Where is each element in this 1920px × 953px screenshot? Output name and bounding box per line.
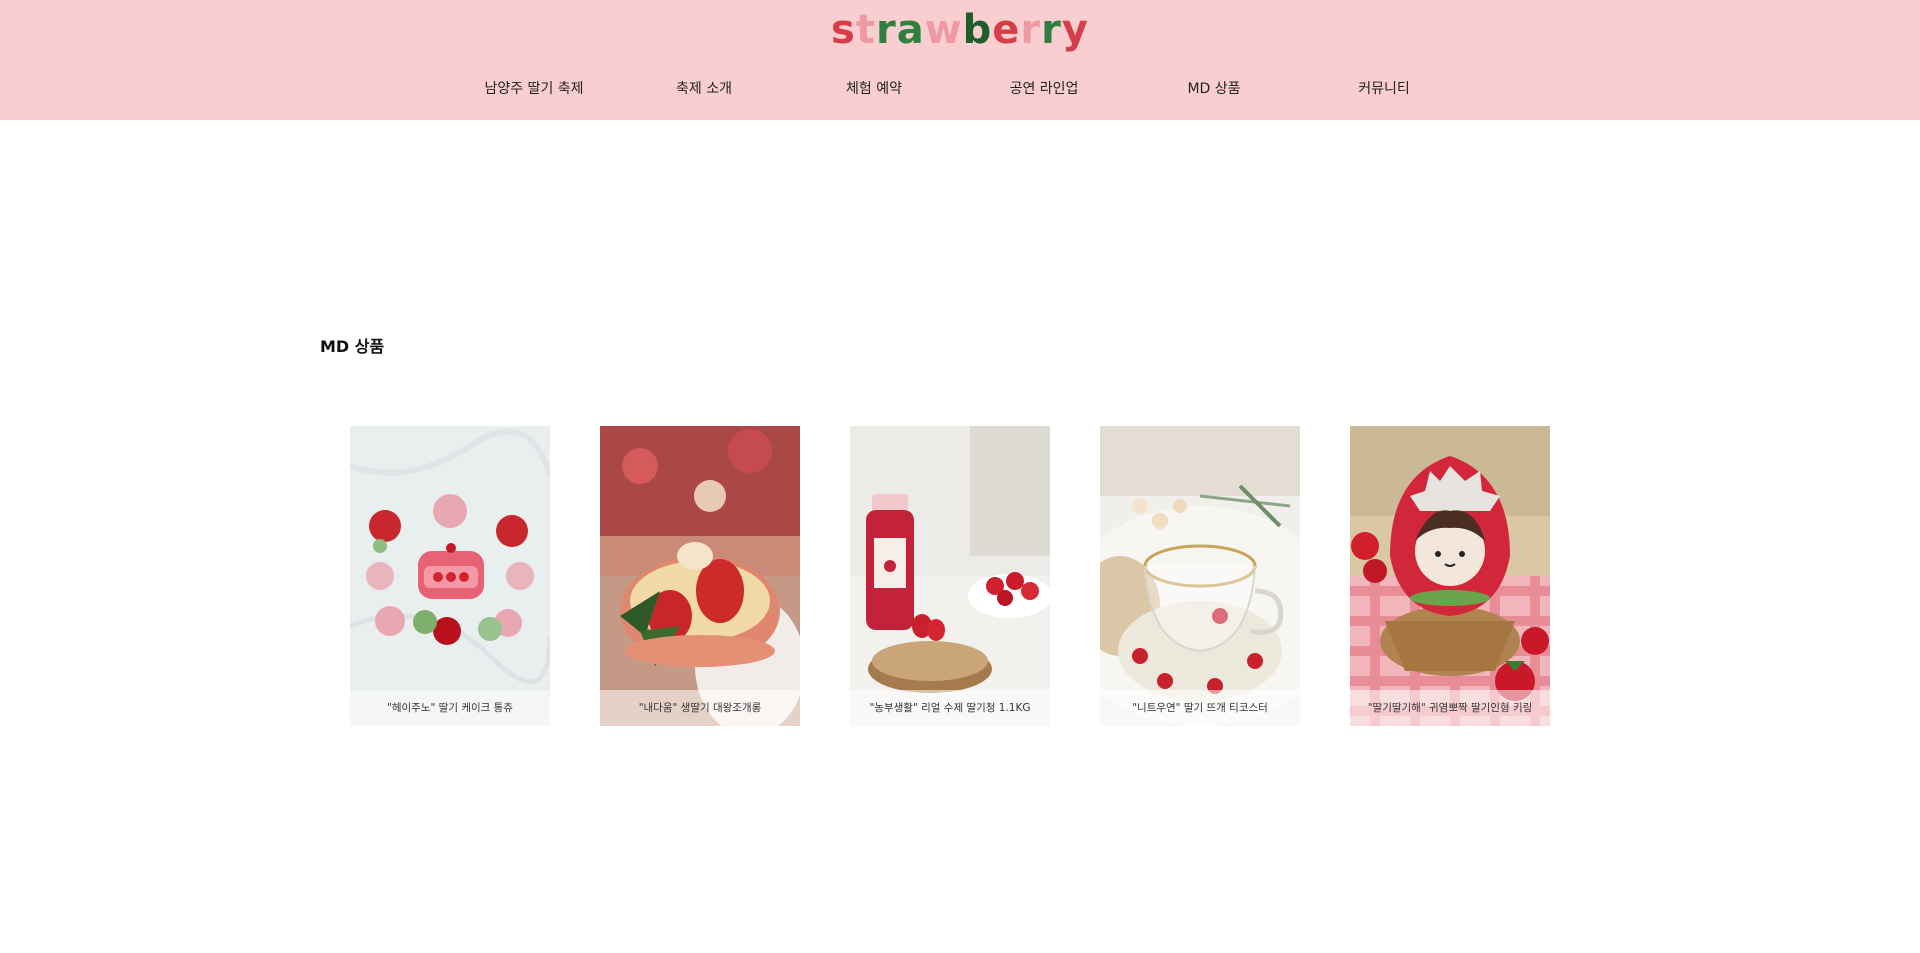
- nav-festival-intro[interactable]: 축제 소개: [624, 78, 784, 100]
- logo-letter: y: [1061, 7, 1089, 53]
- logo-letter: r: [875, 7, 897, 53]
- nav-experience-booking[interactable]: 체험 예약: [794, 78, 954, 100]
- product-card[interactable]: "내다움" 생딸기 대왕조개롱: [600, 426, 800, 726]
- logo-letter: w: [924, 7, 963, 53]
- product-caption: "딸기딸기해" 귀염뽀짝 딸기인형 키링: [1350, 690, 1550, 726]
- product-card[interactable]: "헤이주노" 딸기 케이크 통츄: [350, 426, 550, 726]
- product-caption: "헤이주노" 딸기 케이크 통츄: [350, 690, 550, 726]
- strawberry-doll-basket-image: [1350, 426, 1550, 726]
- nav-festival-home[interactable]: 남양주 딸기 축제: [454, 78, 614, 100]
- nav-md-products[interactable]: MD 상품: [1134, 78, 1294, 100]
- nav-community[interactable]: 커뮤니티: [1304, 78, 1464, 100]
- logo-letter: a: [896, 7, 925, 53]
- product-caption: "니트우연" 딸기 뜨개 티코스터: [1100, 690, 1300, 726]
- strawberry-macaron-image: [600, 426, 800, 726]
- product-card[interactable]: "니트우연" 딸기 뜨개 티코스터: [1100, 426, 1300, 726]
- logo-letter: s: [831, 7, 856, 53]
- logo-letter: r: [1041, 7, 1062, 53]
- logo-letter: t: [855, 7, 876, 53]
- logo-letter: b: [962, 7, 993, 53]
- product-card[interactable]: "딸기딸기해" 귀염뽀짝 딸기인형 키링: [1350, 426, 1550, 726]
- logo-letter: r: [1020, 7, 1042, 53]
- product-caption: "농부생활" 리얼 수제 딸기청 1.1KG: [850, 690, 1050, 726]
- product-card[interactable]: "농부생활" 리얼 수제 딸기청 1.1KG: [850, 426, 1050, 726]
- strawberry-syrup-bottle-image: [850, 426, 1050, 726]
- strawberry-logo[interactable]: strawberry: [0, 8, 1920, 52]
- logo-letter: e: [992, 7, 1021, 53]
- site-header: strawberry 남양주 딸기 축제 축제 소개 체험 예약 공연 라인업 …: [0, 0, 1920, 120]
- section-title: MD 상품: [320, 337, 385, 356]
- product-caption: "내다움" 생딸기 대왕조개롱: [600, 690, 800, 726]
- nav-performance-lineup[interactable]: 공연 라인업: [964, 78, 1124, 100]
- main-nav: 남양주 딸기 축제 축제 소개 체험 예약 공연 라인업 MD 상품 커뮤니티: [0, 78, 1920, 102]
- crochet-strawberry-keyring-image: [350, 426, 550, 726]
- knit-coaster-glass-cup-image: [1100, 426, 1300, 726]
